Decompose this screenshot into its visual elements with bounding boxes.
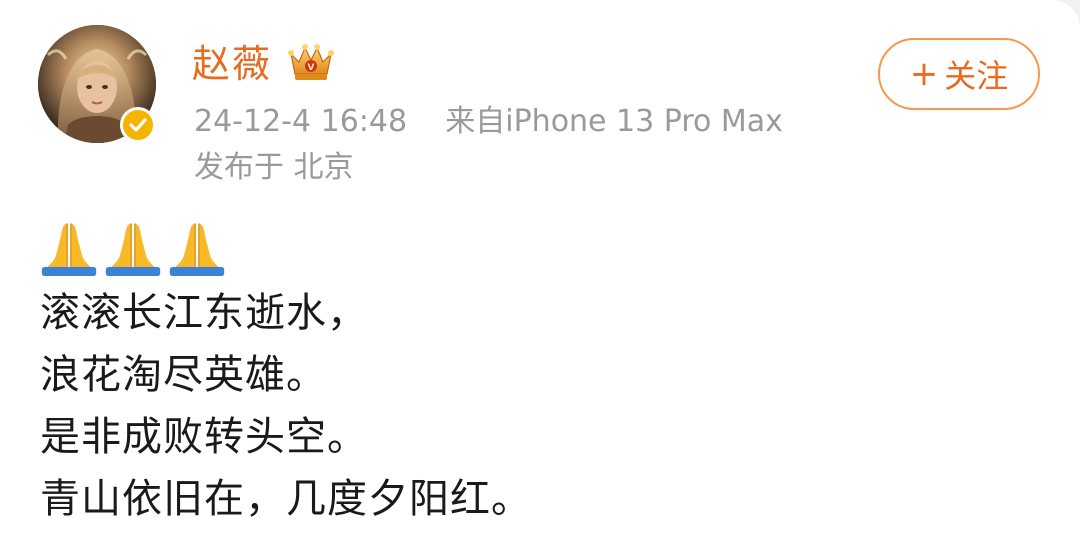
post-card: 赵薇 V 24-12-4 16:48 来自iPhone 13 Pro Max 发… [0, 0, 1080, 546]
emoji-row [40, 218, 226, 278]
vip-crown-icon[interactable]: V [285, 40, 337, 86]
post-location: 发布于 北京 [194, 150, 354, 185]
post-text-line: 是非成败转头空。 [40, 414, 368, 460]
plus-icon: + [909, 54, 939, 94]
post-body: 滚滚长江东逝水， 浪花淘尽英雄。 是非成败转头空。 青山依旧在，几度夕阳红。 [40, 282, 532, 530]
post-source: 来自iPhone 13 Pro Max [445, 104, 783, 139]
folded-hands-emoji [105, 223, 161, 276]
post-timestamp: 24-12-4 16:48 [194, 104, 408, 139]
svg-text:V: V [308, 63, 315, 73]
post-text-line: 滚滚长江东逝水， [40, 290, 368, 336]
folded-hands-emoji [169, 223, 225, 276]
follow-button[interactable]: + 关注 [878, 38, 1040, 110]
post-text-line: 青山依旧在，几度夕阳红。 [40, 476, 532, 522]
folded-hands-emoji [41, 223, 97, 276]
post-card-inner: 赵薇 V 24-12-4 16:48 来自iPhone 13 Pro Max 发… [0, 0, 1080, 546]
follow-button-label: 关注 [944, 57, 1009, 95]
post-meta: 24-12-4 16:48 来自iPhone 13 Pro Max [194, 100, 783, 144]
user-name[interactable]: 赵薇 [192, 38, 272, 90]
post-text-line: 浪花淘尽英雄。 [40, 352, 327, 398]
verified-check-icon [120, 107, 156, 143]
